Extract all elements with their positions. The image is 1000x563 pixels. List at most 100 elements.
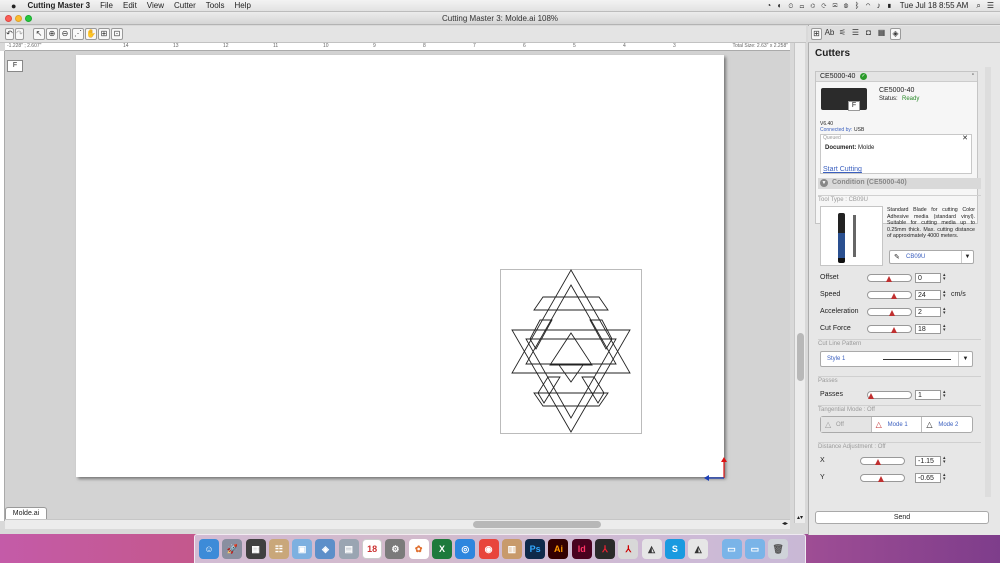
photos-icon[interactable]: ✿ (408, 539, 429, 559)
calendar-icon[interactable]: 18 (362, 539, 383, 559)
clock[interactable]: Tue Jul 18 8:55 AM (900, 1, 969, 10)
hand-tool-icon[interactable]: ✋ (85, 28, 97, 40)
chrome-icon[interactable]: ◉ (478, 539, 499, 559)
condition-header[interactable]: ▼ Condition (CE5000-40) (818, 178, 981, 189)
preview-icon[interactable]: ◈ (315, 539, 336, 559)
horizontal-scroll-thumb[interactable] (473, 521, 601, 528)
y-slider[interactable] (860, 473, 905, 482)
zoom-in-icon[interactable]: ⊕ (46, 28, 58, 40)
menu-cutter[interactable]: Cutter (174, 1, 196, 10)
select-tool-icon[interactable]: ↖ (33, 28, 45, 40)
speed-slider[interactable] (867, 290, 912, 299)
slider-thumb[interactable] (886, 275, 892, 282)
cut-force-stepper[interactable]: ▴ ▾ (943, 323, 948, 334)
cutter-model[interactable]: CE5000-40 (879, 87, 914, 94)
crop-tool-icon[interactable]: ⋰ (72, 28, 84, 40)
indesign-icon[interactable]: Id (571, 539, 592, 559)
menu-tools[interactable]: Tools (206, 1, 225, 10)
slider-thumb[interactable] (878, 475, 884, 482)
fit-page-icon[interactable]: ⊞ (98, 28, 110, 40)
chevron-down-icon[interactable]: ▼ (958, 352, 972, 366)
y-input[interactable]: -0.65 (915, 472, 941, 483)
vertical-scrollbar[interactable]: ▴▾ (794, 43, 805, 523)
photoshop-icon[interactable]: Ps (525, 539, 546, 559)
launchpad-icon[interactable]: 🚀 (222, 539, 243, 559)
start-cutting-link[interactable]: Start Cutting (823, 166, 862, 173)
applications-folder-icon[interactable]: ▭ (721, 539, 742, 559)
align-tab-icon[interactable]: ⚟ (837, 28, 848, 40)
layers-tab-icon[interactable]: ☰ (850, 28, 861, 40)
weed-tab-icon[interactable]: ▦ (876, 28, 887, 40)
photos-browser-icon[interactable]: ▣ (292, 539, 313, 559)
menu-help[interactable]: Help (234, 1, 250, 10)
acceleration-input[interactable]: 2 (915, 306, 941, 317)
tangential-off-option[interactable]: △ Off (821, 417, 872, 432)
panel-scrollbar[interactable] (985, 67, 991, 497)
menu-file[interactable]: File (100, 1, 113, 10)
redo-button[interactable]: ↷ (15, 28, 24, 40)
acceleration-slider[interactable] (867, 307, 912, 316)
x-slider[interactable] (860, 456, 905, 465)
offset-slider[interactable] (867, 273, 912, 282)
search-icon[interactable]: ⌕ (976, 1, 980, 11)
cut-design[interactable] (500, 269, 643, 435)
registration-tab-icon[interactable]: ◘ (863, 28, 874, 40)
send-button[interactable]: Send (815, 511, 989, 524)
acceleration-stepper[interactable]: ▴ ▾ (943, 306, 948, 317)
text-tab-icon[interactable]: Ab (824, 28, 835, 40)
style-select[interactable]: Style 1 ▼ (820, 351, 973, 367)
dashboard-icon[interactable]: ▦ (245, 539, 266, 559)
scroll-arrows-icon[interactable]: ▴▾ (797, 514, 803, 521)
cutting-master-icon[interactable]: ◭ (641, 539, 662, 559)
illustrator-icon[interactable]: Ai (548, 539, 569, 559)
menu-view[interactable]: View (147, 1, 164, 10)
layer-icon[interactable]: F (7, 60, 23, 72)
slider-thumb[interactable] (875, 458, 881, 465)
speed-input[interactable]: 24 (915, 289, 941, 300)
offset-stepper[interactable]: ▴ ▾ (943, 272, 948, 283)
slider-thumb[interactable] (891, 326, 897, 333)
slider-thumb[interactable] (891, 292, 897, 299)
cut-force-input[interactable]: 18 (915, 323, 941, 334)
document-tab[interactable]: Molde.ai (5, 507, 47, 519)
status-icons[interactable]: ◔ ◐ ⊙ ▭ ⌬ ⟳ ✉ ◍ ᛒ ◠ ♪ ▮ (766, 1, 893, 10)
system-preferences-icon[interactable]: ⚙ (385, 539, 406, 559)
cut-force-slider[interactable] (867, 324, 912, 333)
slider-thumb[interactable] (889, 309, 895, 316)
collapse-button[interactable]: ▫ (972, 72, 974, 78)
y-stepper[interactable]: ▴ ▾ (943, 472, 948, 483)
image-capture-icon[interactable]: ▤ (338, 539, 359, 559)
zoom-out-icon[interactable]: ⊖ (59, 28, 71, 40)
passes-slider[interactable] (867, 390, 912, 399)
safari-icon[interactable]: ◎ (455, 539, 476, 559)
chevron-down-icon[interactable]: ▼ (961, 251, 973, 263)
passes-input[interactable]: 1 (915, 389, 941, 400)
speed-stepper[interactable]: ▴ ▾ (943, 289, 948, 300)
offset-input[interactable]: 0 (915, 272, 941, 283)
tangential-mode2-option[interactable]: △ Mode 2 (922, 417, 972, 432)
trash-icon[interactable]: 🗑 (768, 539, 789, 559)
skype-icon[interactable]: S (664, 539, 685, 559)
collapse-triangle-icon[interactable]: ▼ (820, 179, 828, 187)
x-stepper[interactable]: ▴ ▾ (943, 455, 948, 466)
acrobat-icon[interactable]: ⅄ (595, 539, 616, 559)
tool-select[interactable]: ✎ CB09U ▼ (889, 250, 974, 264)
acrobat-reader-icon[interactable]: ⅄ (618, 539, 639, 559)
downloads-folder-icon[interactable]: ▭ (744, 539, 765, 559)
queue-close-icon[interactable]: ✕ (962, 134, 968, 142)
vertical-scroll-thumb[interactable] (797, 333, 804, 381)
excel-icon[interactable]: X (431, 539, 452, 559)
menu-edit[interactable]: Edit (123, 1, 137, 10)
fit-window-icon[interactable]: ⊡ (111, 28, 123, 40)
undo-button[interactable]: ↶ (5, 28, 14, 40)
scroll-arrows-icon[interactable]: ◂▸ (782, 520, 788, 527)
x-input[interactable]: -1.15 (915, 455, 941, 466)
finder-icon[interactable]: ☺ (199, 539, 219, 559)
graphtec-icon[interactable]: ◭ (688, 539, 709, 559)
passes-stepper[interactable]: ▴ ▾ (943, 389, 948, 400)
notification-center-icon[interactable]: ☰ (987, 1, 994, 10)
tangential-mode1-option[interactable]: △ Mode 1 (872, 417, 923, 432)
cutters-tab-icon[interactable]: ⊞ (811, 28, 822, 40)
apple-icon[interactable]: ● (11, 1, 16, 11)
menu-app-name[interactable]: Cutting Master 3 (27, 1, 90, 10)
